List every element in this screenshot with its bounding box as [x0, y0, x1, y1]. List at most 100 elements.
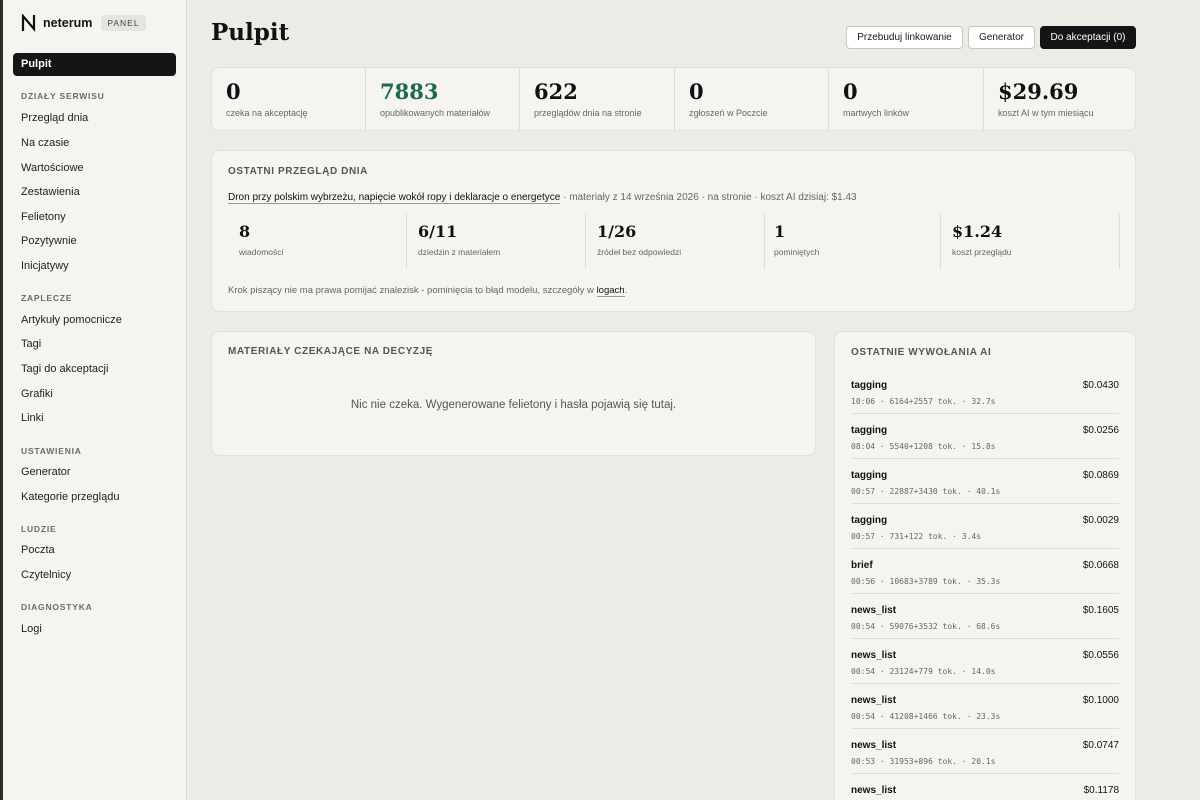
ai-call-row[interactable]: news_list $0.0556 00:54 · 23124+779 tok.…	[851, 639, 1119, 684]
stat-label: zgłoszeń w Poczcie	[689, 108, 768, 118]
ai-call-cost: $0.0668	[1082, 560, 1119, 571]
sidebar-item-artykuly-pomocnicze[interactable]: Artykuły pomocnicze	[13, 309, 176, 332]
sidebar-item-grafiki[interactable]: Grafiki	[13, 383, 176, 406]
ai-call-cost: $0.1178	[1083, 785, 1119, 796]
page-title: Pulpit	[211, 19, 290, 46]
ai-call-meta: 00:53 · 31953+896 tok. · 20.1s	[851, 757, 996, 766]
ai-call-cost: $0.1605	[1082, 605, 1119, 616]
sidebar-item-przeglad-dnia[interactable]: Przegląd dnia	[13, 107, 176, 130]
sidebar-item-czytelnicy[interactable]: Czytelnicy	[13, 564, 176, 587]
sidebar-item-pozytywnie[interactable]: Pozytywnie	[13, 230, 176, 253]
review-stat-news: 8 wiadomości	[229, 214, 407, 269]
ai-call-meta: 08:04 · 5540+1208 tok. · 15.8s	[851, 442, 996, 451]
ai-call-name: tagging	[851, 425, 888, 436]
to-accept-button[interactable]: Do akceptacji (0)	[1040, 26, 1136, 49]
last-review-card: OSTATNI PRZEGLĄD DNIA Dron przy polskim …	[211, 150, 1136, 312]
sidebar-item-poczta[interactable]: Poczta	[13, 539, 176, 562]
stat-value: 0	[226, 79, 241, 104]
ai-call-meta: 00:56 · 10683+3789 tok. · 35.3s	[851, 577, 1001, 586]
stat-label: martwych linków	[843, 108, 910, 118]
ai-call-cost: $0.0029	[1082, 515, 1119, 526]
review-stat-label: dziedzin z materiałem	[418, 247, 501, 257]
sidebar-item-tagi-do-akceptacji[interactable]: Tagi do akceptacji	[13, 358, 176, 381]
review-stat-value: 6/11	[418, 222, 458, 241]
ai-call-cost: $0.0256	[1082, 425, 1119, 436]
sidebar-item-kategorie-przegladu[interactable]: Kategorie przeglądu	[13, 486, 176, 509]
ai-call-row[interactable]: news_list $0.1178	[851, 774, 1119, 800]
ai-call-name: news_list	[851, 650, 897, 661]
recent-ai-calls-card: OSTATNIE WYWOŁANIA AI tagging $0.0430 10…	[834, 331, 1136, 800]
sidebar-section-title: USTAWIENIA	[21, 446, 82, 456]
ai-call-name: news_list	[851, 740, 897, 751]
ai-call-meta: 00:57 · 731+122 tok. · 3.4s	[851, 532, 982, 541]
card-heading: OSTATNIE WYWOŁANIA AI	[851, 347, 992, 358]
brand[interactable]: neterum PANEL	[21, 14, 146, 32]
pending-materials-card: MATERIAŁY CZEKAJĄCE NA DECYZJĘ Nic nie c…	[211, 331, 816, 456]
sidebar-item-wartosciowe[interactable]: Wartościowe	[13, 157, 176, 180]
sidebar-item-pulpit[interactable]: Pulpit	[13, 53, 176, 76]
sidebar-item-na-czasie[interactable]: Na czasie	[13, 132, 176, 155]
empty-state-message: Nic nie czeka. Wygenerowane felietony i …	[350, 399, 677, 411]
review-stat-label: źródeł bez odpowiedzi	[597, 247, 682, 257]
review-summary: Dron przy polskim wybrzeżu, napięcie wok…	[228, 192, 857, 204]
stat-pending: 0 czeka na akceptację	[212, 68, 366, 132]
ai-call-meta: 00:54 · 59076+3532 tok. · 68.6s	[851, 622, 1001, 631]
ai-call-row[interactable]: news_list $0.1000 00:54 · 41208+1466 tok…	[851, 684, 1119, 729]
ai-call-name: news_list	[851, 695, 897, 706]
stat-mail-reports: 0 zgłoszeń w Poczcie	[675, 68, 829, 132]
ai-call-name: tagging	[851, 470, 888, 481]
review-meta: · materiały z 14 września 2026 · na stro…	[560, 192, 857, 203]
ai-call-row[interactable]: tagging $0.0869 00:57 · 22887+3430 tok. …	[851, 459, 1119, 504]
sidebar-item-zestawienia[interactable]: Zestawienia	[13, 181, 176, 204]
sidebar-item-linki[interactable]: Linki	[13, 407, 176, 430]
ai-call-row[interactable]: tagging $0.0029 00:57 · 731+122 tok. · 3…	[851, 504, 1119, 549]
ai-call-cost: $0.0556	[1082, 650, 1119, 661]
stats-card: 0 czeka na akceptację 7883 opublikowanyc…	[211, 67, 1137, 132]
ai-call-row[interactable]: tagging $0.0430 10:06 · 6164+2557 tok. ·…	[851, 369, 1119, 414]
sidebar-section-title: LUDZIE	[21, 524, 57, 534]
ai-call-name: news_list	[851, 605, 897, 616]
ai-call-name: tagging	[851, 515, 888, 526]
review-stat-domains: 6/11 dziedzin z materiałem	[408, 214, 586, 269]
ai-call-row[interactable]: news_list $0.1605 00:54 · 59076+3532 tok…	[851, 594, 1119, 639]
stat-label: opublikowanych materiałów	[380, 108, 491, 118]
stat-dead-links: 0 martwych linków	[829, 68, 984, 132]
generator-button[interactable]: Generator	[968, 26, 1035, 49]
ai-call-row[interactable]: brief $0.0668 00:56 · 10683+3789 tok. · …	[851, 549, 1119, 594]
brand-badge: PANEL	[101, 15, 146, 31]
sidebar-section-title: ZAPLECZE	[21, 293, 73, 303]
review-stat-label: pominiętych	[774, 247, 820, 257]
stat-value: 622	[534, 79, 578, 104]
ai-call-cost: $0.0747	[1082, 740, 1119, 751]
ai-call-name: tagging	[851, 380, 888, 391]
sidebar-item-generator[interactable]: Generator	[13, 461, 176, 484]
sidebar-item-tagi[interactable]: Tagi	[13, 333, 176, 356]
logs-link[interactable]: logach	[596, 285, 625, 297]
ai-call-name: news_list	[851, 785, 897, 796]
ai-call-row[interactable]: tagging $0.0256 08:04 · 5540+1208 tok. ·…	[851, 414, 1119, 459]
review-stat-value: 1/26	[597, 222, 637, 241]
stat-value: $29.69	[998, 79, 1079, 104]
stat-label: przeglądów dnia na stronie	[534, 108, 642, 118]
ai-call-row[interactable]: news_list $0.0747 00:53 · 31953+896 tok.…	[851, 729, 1119, 774]
ai-call-meta: 00:54 · 41208+1466 tok. · 23.3s	[851, 712, 1001, 721]
review-stat-label: wiadomości	[239, 247, 284, 257]
ai-call-meta: 00:57 · 22887+3430 tok. · 40.1s	[851, 487, 1001, 496]
review-stat-value: 1	[774, 222, 786, 241]
stat-published: 7883 opublikowanych materiałów	[366, 68, 520, 132]
sidebar-section-title: DZIAŁY SERWISU	[21, 91, 105, 101]
review-note: Krok piszący nie ma prawa pomijać znalez…	[228, 285, 628, 297]
card-heading: MATERIAŁY CZEKAJĄCE NA DECYZJĘ	[228, 346, 434, 357]
logo-icon	[21, 14, 36, 32]
sidebar-item-inicjatywy[interactable]: Inicjatywy	[13, 255, 176, 278]
sidebar-item-felietony[interactable]: Felietony	[13, 206, 176, 229]
ai-call-cost: $0.0430	[1082, 380, 1119, 391]
review-note-end: .	[624, 285, 628, 296]
review-headline-link[interactable]: Dron przy polskim wybrzeżu, napięcie wok…	[228, 192, 561, 204]
rebuild-linking-button[interactable]: Przebuduj linkowanie	[846, 26, 963, 49]
ai-call-meta: 00:54 · 23124+779 tok. · 14.0s	[851, 667, 996, 676]
review-stat-value: $1.24	[952, 222, 1003, 241]
sidebar-item-logi[interactable]: Logi	[13, 618, 176, 641]
review-stat-cost: $1.24 koszt przeglądu	[942, 214, 1120, 269]
stat-ai-cost: $29.69 koszt AI w tym miesiącu	[984, 68, 1137, 132]
